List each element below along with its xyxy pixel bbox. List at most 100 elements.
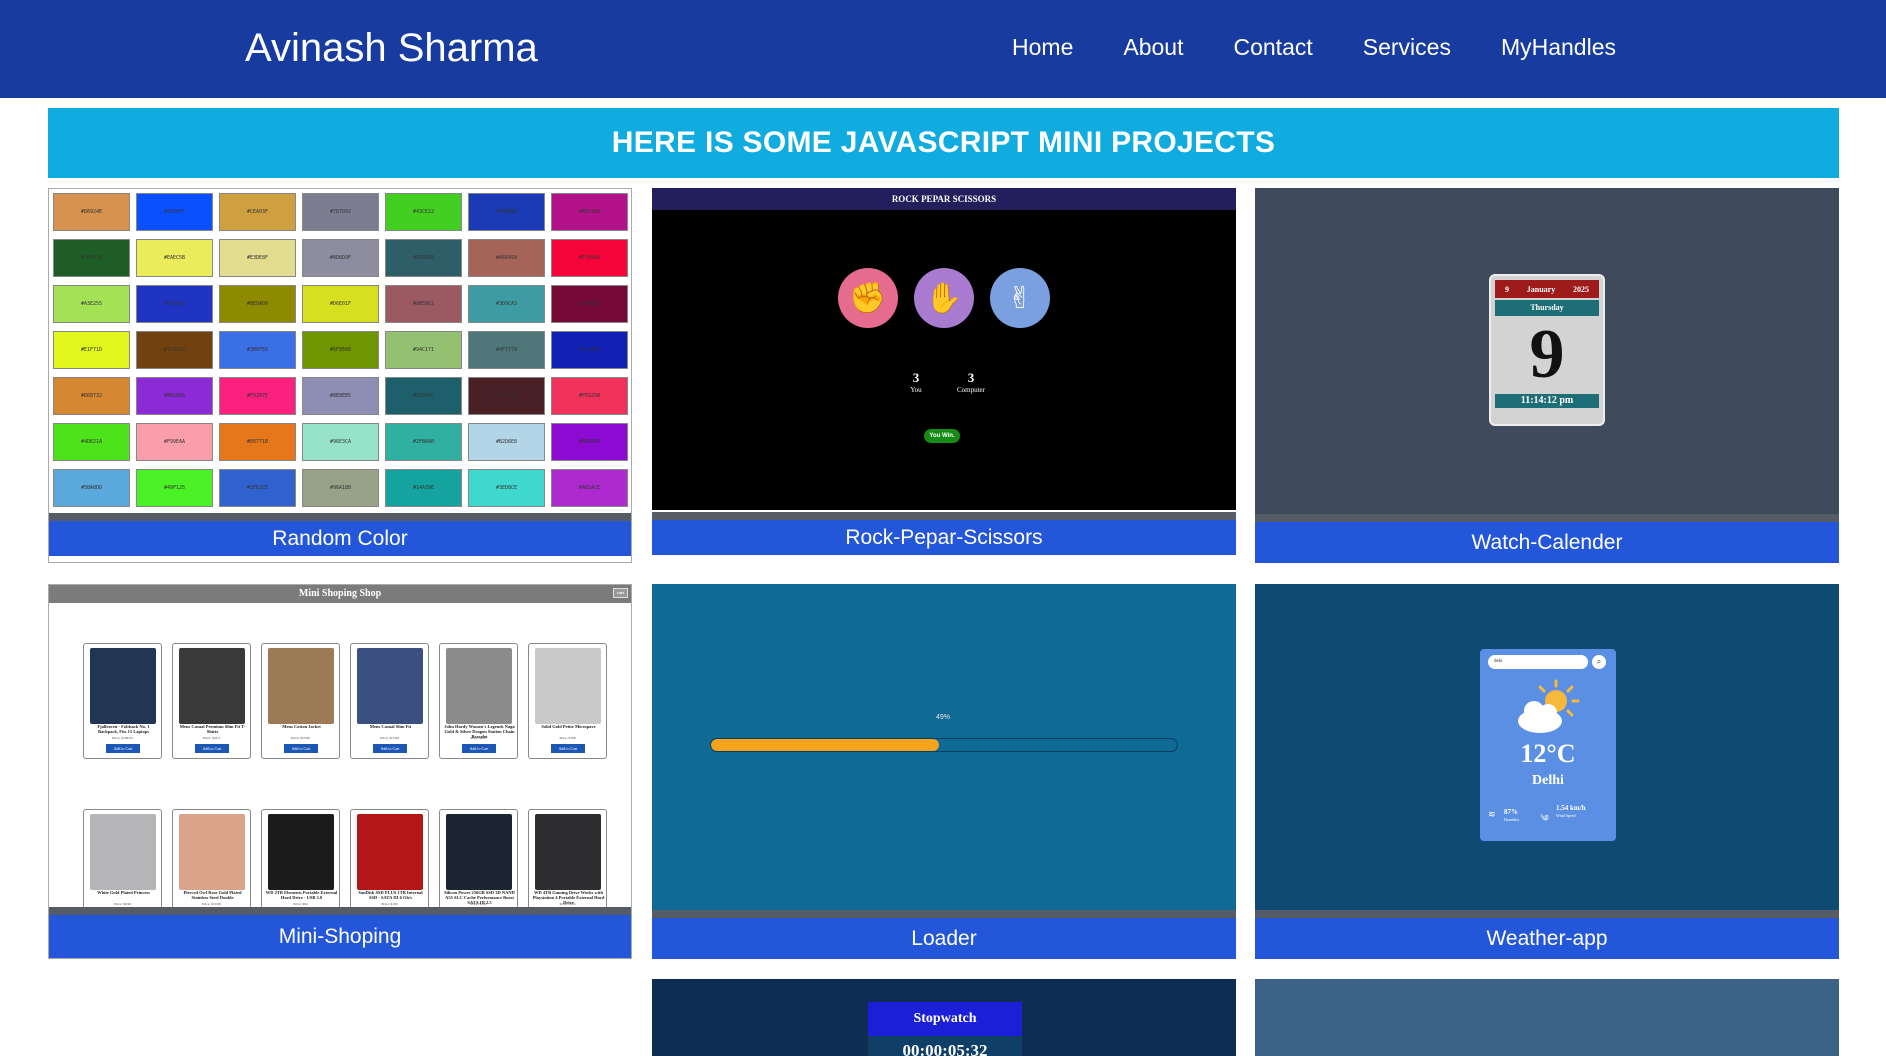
product-card[interactable]: Fjallraven - Foldsack No. 1 Backpack, Fi… bbox=[83, 643, 162, 759]
color-swatch[interactable]: #49F125 bbox=[136, 469, 213, 507]
color-swatch[interactable]: #8E8A00 bbox=[219, 285, 296, 323]
project-card-mini-shoping[interactable]: Mini Shoping Shop cart Fjallraven - Fold… bbox=[48, 584, 632, 959]
color-swatch[interactable]: #3ED8CE bbox=[468, 469, 545, 507]
project-caption[interactable]: Weather-app bbox=[1255, 910, 1839, 959]
nav-link-contact[interactable]: Contact bbox=[1233, 34, 1312, 61]
product-card[interactable]: White Gold Plated PrincessPrice: $9.99Ad… bbox=[83, 809, 162, 907]
project-caption[interactable]: Mini-Shoping bbox=[49, 907, 631, 958]
search-icon[interactable]: ⌕ bbox=[1592, 655, 1606, 669]
color-swatch[interactable]: #8D0AD3 bbox=[551, 423, 628, 461]
cart-button[interactable]: cart bbox=[613, 588, 628, 598]
nav-link-services[interactable]: Services bbox=[1363, 34, 1451, 61]
shop-header: Mini Shoping Shop cart bbox=[49, 585, 631, 603]
weather-search-input[interactable]: dehi bbox=[1488, 655, 1588, 669]
scissors-choice-icon[interactable]: ✌ bbox=[990, 268, 1050, 328]
color-swatch[interactable]: #760838 bbox=[551, 285, 628, 323]
project-card-rock-paper-scissors[interactable]: ROCK PEPAR SCISSORS ✊ ✋ ✌ 3 You 3 Comput… bbox=[652, 188, 1236, 563]
project-caption[interactable]: Random Color bbox=[49, 513, 631, 556]
color-swatch[interactable]: #4DE21A bbox=[53, 423, 130, 461]
color-swatch[interactable]: #F99EAA bbox=[136, 423, 213, 461]
product-card[interactable]: Pierced Owl Rose Gold Plated Stainless S… bbox=[172, 809, 251, 907]
project-card-next[interactable] bbox=[1255, 979, 1839, 1056]
add-to-cart-button[interactable]: Add to Cart bbox=[195, 744, 229, 753]
color-swatch[interactable]: #492026 bbox=[468, 377, 545, 415]
color-swatch[interactable]: #A66458 bbox=[468, 239, 545, 277]
color-swatch[interactable]: #EAEC5B bbox=[136, 239, 213, 277]
color-swatch[interactable]: #9B5962 bbox=[385, 285, 462, 323]
nav-menu: Home About Contact Services MyHandles bbox=[1012, 34, 1616, 61]
project-card-weather-app[interactable]: dehi ⌕ 12°C Delhi ≋ 87% Humidity ༄ 1.54 … bbox=[1255, 584, 1839, 959]
color-swatch[interactable]: #E1F71D bbox=[53, 331, 130, 369]
color-swatch[interactable]: #3D9CA3 bbox=[468, 285, 545, 323]
color-swatch[interactable]: #1B3BB6 bbox=[468, 193, 545, 231]
project-card-loader[interactable]: 49% Loader bbox=[652, 584, 1236, 959]
color-swatch[interactable]: #1E5E26 bbox=[53, 239, 130, 277]
product-card[interactable]: John Hardy Women's Legends Naga Gold & S… bbox=[439, 643, 518, 759]
project-caption[interactable]: Rock-Pepar-Scissors bbox=[652, 512, 1236, 555]
project-card-stopwatch[interactable]: Stopwatch 00:00:05:32 bbox=[652, 979, 1236, 1056]
color-swatch[interactable]: #D6E01F bbox=[302, 285, 379, 323]
color-swatch[interactable]: #8D8D9F bbox=[302, 239, 379, 277]
nav-link-myhandles[interactable]: MyHandles bbox=[1501, 34, 1616, 61]
color-swatch[interactable]: #96E3CA bbox=[302, 423, 379, 461]
add-to-cart-button[interactable]: Add to Cart bbox=[551, 744, 585, 753]
add-to-cart-button[interactable]: Add to Cart bbox=[462, 744, 496, 753]
product-card[interactable]: Mens Casual Slim Fit Price: $15.99 Add to … bbox=[350, 643, 429, 759]
project-card-random-color[interactable]: #D6924E #0A50FF #CEA03F #7D7D92 #43CE22 #1B3B… bbox=[48, 188, 632, 563]
color-swatch[interactable]: #94C171 bbox=[385, 331, 462, 369]
add-to-cart-button[interactable]: Add to Cart bbox=[106, 744, 140, 753]
color-swatch[interactable]: #D68732 bbox=[53, 377, 130, 415]
paper-choice-icon[interactable]: ✋ bbox=[914, 268, 974, 328]
color-swatch[interactable]: #AD2ACE bbox=[551, 469, 628, 507]
color-swatch[interactable]: #8B2AD6 bbox=[136, 377, 213, 415]
wind-stat: 1.54 km/h Wind Speed bbox=[1556, 804, 1586, 819]
product-card[interactable]: WD 2TB Elements Portable External Hard D… bbox=[261, 809, 340, 907]
color-swatch[interactable]: #96A188 bbox=[302, 469, 379, 507]
nav-link-about[interactable]: About bbox=[1123, 34, 1183, 61]
color-swatch[interactable]: #2FB0A0 bbox=[385, 423, 462, 461]
color-swatch[interactable]: #CEA03F bbox=[219, 193, 296, 231]
color-swatch[interactable]: #5BA8DD bbox=[53, 469, 130, 507]
calendar-header: 9 January 2025 bbox=[1495, 280, 1599, 298]
calendar-day: 9 bbox=[1505, 284, 1509, 294]
color-swatch[interactable]: #7D7D92 bbox=[302, 193, 379, 231]
color-swatch[interactable]: #0A50FF bbox=[136, 193, 213, 231]
brand-name[interactable]: Avinash Sharma bbox=[245, 26, 538, 71]
color-swatch[interactable]: #14A39E bbox=[385, 469, 462, 507]
product-card[interactable]: Solid Gold Petite Micropave Price: $168 Ad… bbox=[528, 643, 607, 759]
color-swatch[interactable]: #2F62CE bbox=[219, 469, 296, 507]
add-to-cart-button[interactable]: Add to Cart bbox=[284, 744, 318, 753]
color-swatch[interactable]: #E3DE8F bbox=[219, 239, 296, 277]
product-image bbox=[90, 814, 156, 890]
color-swatch[interactable]: #F5043A bbox=[551, 239, 628, 277]
project-card-watch-calender[interactable]: 9 January 2025 Thursday 9 11:14:12 pm Wa… bbox=[1255, 188, 1839, 563]
project-caption[interactable]: Loader bbox=[652, 910, 1236, 959]
add-to-cart-button[interactable]: Add to Cart bbox=[373, 744, 407, 753]
color-swatch[interactable]: #F9207E bbox=[219, 377, 296, 415]
color-swatch[interactable]: #1E5F6C bbox=[385, 377, 462, 415]
product-card[interactable]: SanDisk SSD PLUS 1TB Internal SSD - SATA… bbox=[350, 809, 429, 907]
color-swatch[interactable]: #4F7779 bbox=[468, 331, 545, 369]
color-swatch[interactable]: #43CE22 bbox=[385, 193, 462, 231]
color-swatch[interactable]: #B2D6E8 bbox=[468, 423, 545, 461]
color-swatch[interactable]: #3B6FE6 bbox=[219, 331, 296, 369]
product-card[interactable]: WD 4TB Gaming Drive Works with Playstati… bbox=[528, 809, 607, 907]
rock-choice-icon[interactable]: ✊ bbox=[838, 268, 898, 328]
color-swatch[interactable]: #714110 bbox=[136, 331, 213, 369]
product-card[interactable]: Mens Casual Premium Slim Fit T-Shirts Pri… bbox=[172, 643, 251, 759]
color-swatch[interactable]: #8E8EB5 bbox=[302, 377, 379, 415]
color-swatch[interactable]: #6F9500 bbox=[302, 331, 379, 369]
color-swatch[interactable]: #1F34C2 bbox=[136, 285, 213, 323]
color-swatch[interactable]: #1120B5 bbox=[551, 331, 628, 369]
color-swatch[interactable]: #2E5E68 bbox=[385, 239, 462, 277]
color-swatch[interactable]: #A3E255 bbox=[53, 285, 130, 323]
color-swatch[interactable]: #E6771B bbox=[219, 423, 296, 461]
color-swatch[interactable]: #D6924E bbox=[53, 193, 130, 231]
product-card[interactable]: Mens Cotton Jacket Price: $55.99 Add to Ca… bbox=[261, 643, 340, 759]
color-swatch[interactable]: #B3128A bbox=[551, 193, 628, 231]
product-name: SanDisk SSD PLUS 1TB Internal SSD - SATA… bbox=[358, 890, 423, 900]
product-card[interactable]: Silicon Power 256GB SSD 3D NAND A55 SLC … bbox=[439, 809, 518, 907]
nav-link-home[interactable]: Home bbox=[1012, 34, 1073, 61]
color-swatch[interactable]: #F0325B bbox=[551, 377, 628, 415]
project-caption[interactable]: Watch-Calender bbox=[1255, 514, 1839, 563]
